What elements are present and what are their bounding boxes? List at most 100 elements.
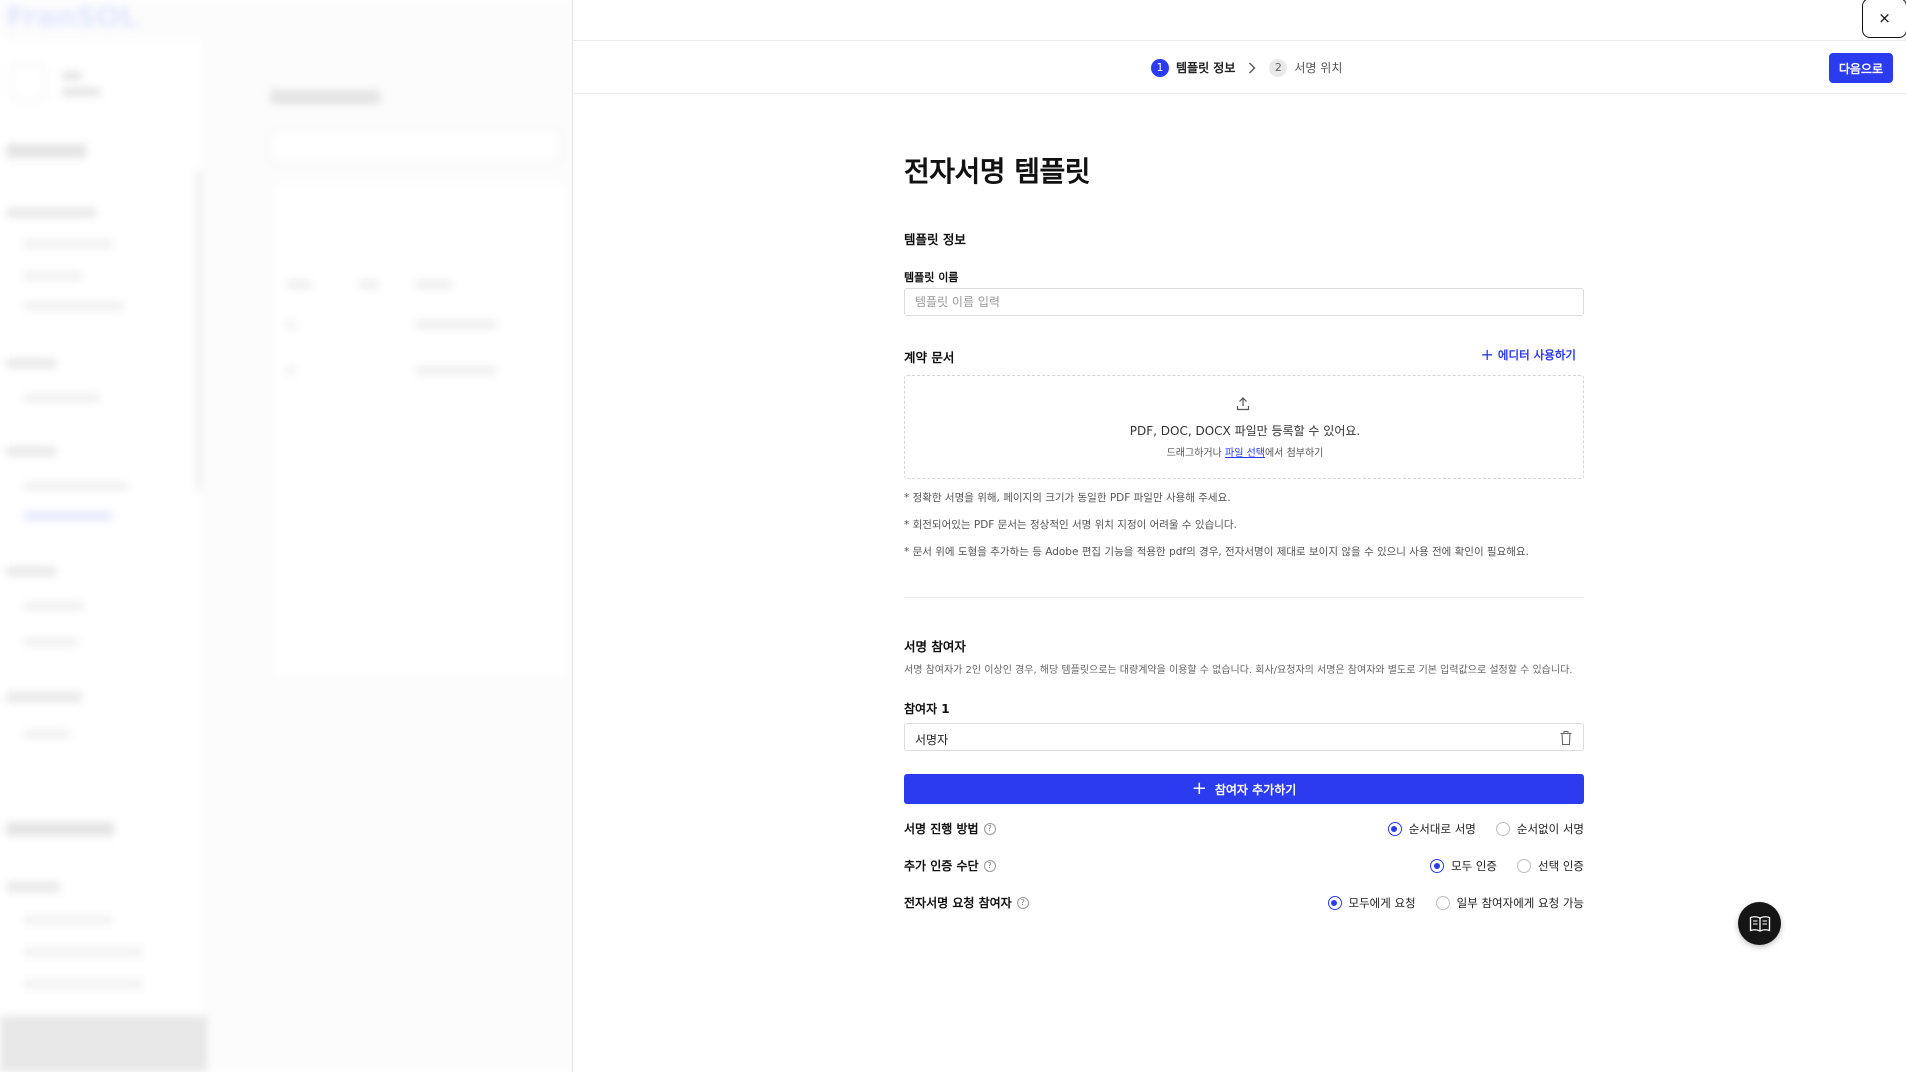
sidebar-subitem: [24, 980, 142, 988]
radio-label: 순서대로 서명: [1408, 822, 1476, 836]
radio-label: 순서없이 서명: [1516, 822, 1584, 836]
step-bar: 1 템플릿 정보 2 서명 위치 다음으로: [573, 41, 1906, 94]
radio-label: 일부 참여자에게 요청 가능: [1456, 896, 1584, 910]
doc-note: * 회전되어있는 PDF 문서는 정상적인 서명 위치 지정이 어려울 수 있습…: [904, 519, 1237, 531]
request-participant-label: 전자서명 요청 참여자 ?: [904, 894, 1029, 911]
sidebar-subitem: [24, 394, 100, 402]
step-2-number: 2: [1269, 58, 1288, 77]
sidebar-item: [6, 882, 60, 892]
participants-description: 서명 참여자가 2인 이상인 경우, 해당 템플릿으로는 대량계약을 이용할 수…: [904, 665, 1573, 676]
template-drawer: × 1 템플릿 정보 2 서명 위치 다음으로 전자서명 템플릿 템플릿 정보 …: [572, 0, 1906, 1072]
sidebar-item: [6, 208, 96, 218]
radio-label: 모두 인증: [1451, 859, 1498, 873]
extra-auth-radios: 모두 인증 선택 인증: [1410, 858, 1584, 874]
step-1-number: 1: [1151, 58, 1169, 77]
help-icon[interactable]: ?: [1016, 896, 1029, 909]
sidebar-subitem: [24, 916, 112, 924]
sidebar-subitem: [24, 302, 124, 310]
close-button[interactable]: ×: [1862, 0, 1906, 38]
sidebar-bottom-bar: [0, 1016, 207, 1072]
sidebar-section: [6, 144, 86, 158]
page-title: 전자서명 템플릿: [904, 155, 1091, 188]
template-info-heading: 템플릿 정보: [904, 232, 966, 247]
radio-unordered-signing[interactable]: 순서없이 서명: [1495, 821, 1584, 837]
dropzone-sub-text: 드래그하거나 파일 선택에서 첨부하기: [905, 444, 1585, 459]
file-dropzone[interactable]: PDF, DOC, DOCX 파일만 등록할 수 있어요. 드래그하거나 파일 …: [904, 375, 1584, 479]
background-main: [270, 80, 570, 680]
participant-1-field[interactable]: 서명자: [904, 723, 1584, 751]
option-label-text: 서명 진행 방법: [904, 822, 979, 836]
guide-button[interactable]: [1738, 902, 1781, 945]
use-editor-link[interactable]: + 에디터 사용하기: [1481, 347, 1576, 363]
template-name-input[interactable]: [904, 288, 1584, 316]
extra-auth-option: 추가 인증 수단 ? 모두 인증 선택 인증: [904, 855, 1584, 877]
chevron-right-icon: [1247, 59, 1257, 77]
doc-note: * 문서 위에 도형을 추가하는 등 Adobe 편집 기능을 적용한 pdf의…: [904, 546, 1529, 558]
dropzone-sub-before: 드래그하거나: [1166, 448, 1225, 459]
request-participant-option: 전자서명 요청 참여자 ? 모두에게 요청 일부 참여자에게 요청 가능: [904, 892, 1584, 914]
extra-auth-label: 추가 인증 수단 ?: [904, 857, 996, 874]
radio-select-auth[interactable]: 선택 인증: [1517, 858, 1584, 874]
sidebar-item: [6, 692, 82, 702]
participant-1-value: 서명자: [915, 733, 949, 747]
file-select-link[interactable]: 파일 선택: [1225, 448, 1265, 459]
trash-icon[interactable]: [1559, 730, 1573, 746]
sidebar-subitem: [24, 240, 112, 248]
help-icon[interactable]: ?: [983, 822, 996, 835]
participant-1-label: 참여자 1: [904, 702, 950, 716]
radio-unchecked-icon: [1517, 859, 1532, 873]
sidebar-subitem: [24, 638, 78, 646]
signing-method-label: 서명 진행 방법 ?: [904, 820, 996, 837]
plus-icon: +: [1480, 345, 1494, 364]
next-button[interactable]: 다음으로: [1828, 53, 1893, 83]
sidebar-subitem: [24, 482, 128, 490]
participants-heading: 서명 참여자: [904, 639, 966, 654]
sidebar-subitem: [24, 948, 142, 956]
sidebar-subitem: [24, 730, 70, 738]
step-1[interactable]: 1 템플릿 정보: [1151, 58, 1236, 77]
sidebar-scrollbar: [196, 170, 202, 490]
step-2-label: 서명 위치: [1294, 61, 1343, 75]
step-indicator: 1 템플릿 정보 2 서명 위치: [1151, 41, 1342, 94]
sidebar-section: [6, 822, 114, 836]
sidebar-item: [6, 446, 56, 456]
sidebar-avatar: [10, 65, 46, 101]
sidebar-user-role: [62, 88, 100, 96]
radio-checked-icon: [1327, 896, 1342, 910]
book-icon: [1749, 915, 1770, 932]
signing-method-radios: 순서대로 서명 순서없이 서명: [1368, 821, 1584, 837]
table-cell: [416, 321, 496, 328]
background-table: [270, 180, 570, 680]
option-label-text: 추가 인증 수단: [904, 859, 979, 873]
dropzone-sub-after: 에서 첨부하기: [1264, 448, 1324, 459]
add-participant-button[interactable]: + 참여자 추가하기: [904, 774, 1584, 804]
app-logo: FranSOL: [6, 0, 138, 33]
option-label-text: 전자서명 요청 참여자: [904, 896, 1012, 910]
section-divider: [904, 597, 1584, 598]
step-1-label: 템플릿 정보: [1176, 61, 1236, 75]
help-icon[interactable]: ?: [983, 859, 996, 872]
sidebar-subitem: [24, 272, 82, 280]
radio-request-all[interactable]: 모두에게 요청: [1327, 895, 1416, 911]
radio-checked-icon: [1430, 859, 1445, 873]
sidebar-item: [6, 358, 56, 368]
step-2[interactable]: 2 서명 위치: [1269, 58, 1343, 77]
sidebar: [0, 40, 205, 1072]
sidebar-subitem: [24, 602, 84, 610]
radio-label: 선택 인증: [1538, 859, 1584, 873]
radio-label: 모두에게 요청: [1348, 896, 1416, 910]
request-participant-radios: 모두에게 요청 일부 참여자에게 요청 가능: [1308, 895, 1584, 911]
table-cell: [359, 281, 379, 288]
radio-unchecked-icon: [1435, 896, 1450, 910]
radio-all-auth[interactable]: 모두 인증: [1430, 858, 1497, 874]
radio-request-some[interactable]: 일부 참여자에게 요청 가능: [1435, 895, 1584, 911]
drawer-topbar: ×: [573, 0, 1906, 41]
table-cell: [416, 367, 496, 374]
radio-ordered-signing[interactable]: 순서대로 서명: [1387, 821, 1476, 837]
table-cell: [416, 281, 452, 288]
template-form: 전자서명 템플릿 템플릿 정보 템플릿 이름 계약 문서 + 에디터 사용하기 …: [904, 150, 1584, 910]
signing-method-option: 서명 진행 방법 ? 순서대로 서명 순서없이 서명: [904, 818, 1584, 840]
radio-unchecked-icon: [1495, 822, 1510, 836]
background-search: [270, 130, 560, 164]
contract-doc-heading: 계약 문서: [904, 350, 955, 365]
